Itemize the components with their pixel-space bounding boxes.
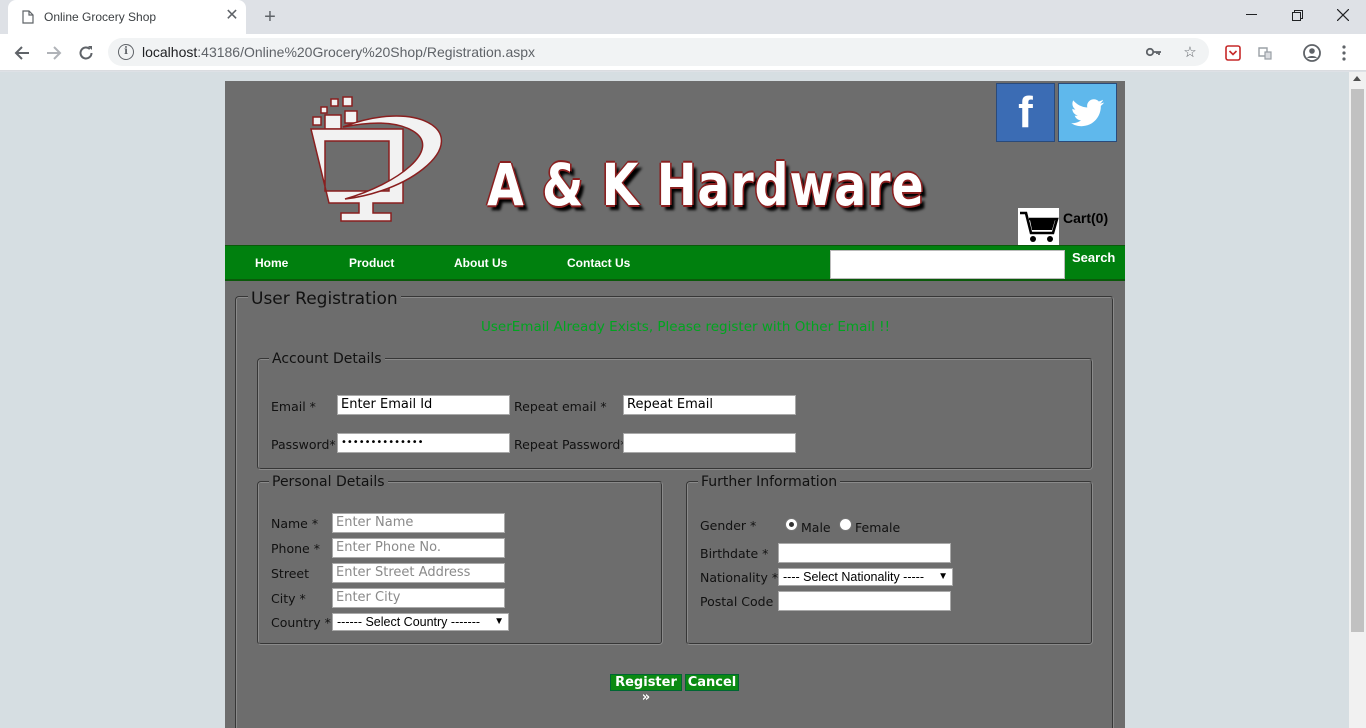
forward-icon[interactable]: [40, 39, 68, 67]
nationality-select[interactable]: ---- Select Nationality ----- ▼: [778, 568, 953, 586]
pocket-extension-icon[interactable]: [1221, 41, 1245, 65]
password-field[interactable]: ••••••••••••••: [337, 433, 510, 453]
street-field[interactable]: Enter Street Address: [332, 563, 505, 583]
country-select[interactable]: ------ Select Country ------- ▼: [332, 613, 509, 631]
repeat-email-field[interactable]: Repeat Email: [623, 395, 796, 415]
tab-close-icon[interactable]: ✕: [224, 8, 240, 24]
browser-toolbar: i localhost:43186/Online%20Grocery%20Sho…: [0, 34, 1366, 71]
register-button[interactable]: Register »: [610, 674, 682, 705]
search-input[interactable]: [830, 250, 1065, 279]
page-viewport: A & K Hardware f Cart(0) Home Product Ab…: [0, 72, 1349, 728]
gender-label: Gender *: [700, 518, 757, 533]
star-icon[interactable]: ☆: [1180, 42, 1200, 62]
search-button[interactable]: Search: [1072, 250, 1115, 265]
country-label: Country *: [271, 615, 331, 630]
email-label: Email *: [271, 399, 316, 414]
key-icon[interactable]: [1144, 42, 1164, 62]
nationality-label: Nationality *: [700, 570, 779, 585]
birthdate-label: Birthdate *: [700, 546, 769, 561]
translate-extension-icon[interactable]: [1253, 41, 1277, 65]
vertical-scrollbar[interactable]: [1349, 72, 1366, 728]
restore-icon[interactable]: [1274, 0, 1320, 30]
email-field[interactable]: Enter Email Id: [337, 395, 510, 415]
nav-home[interactable]: Home: [255, 256, 288, 270]
gender-female-radio[interactable]: [839, 518, 852, 531]
password-label: Password*: [271, 437, 336, 452]
site-container: A & K Hardware f Cart(0) Home Product Ab…: [225, 81, 1125, 728]
repeat-email-label: Repeat email *: [514, 399, 607, 414]
repeat-password-field[interactable]: [623, 433, 796, 453]
nav-about[interactable]: About Us: [454, 256, 507, 270]
nav-product[interactable]: Product: [349, 256, 394, 270]
twitter-icon[interactable]: [1058, 83, 1117, 142]
city-label: City *: [271, 591, 306, 606]
browser-tab[interactable]: Online Grocery Shop ✕: [8, 0, 246, 34]
repeat-password-label: Repeat Password*: [514, 437, 627, 452]
url-text: localhost:43186/Online%20Grocery%20Shop/…: [142, 44, 536, 60]
tab-title: Online Grocery Shop: [44, 10, 157, 24]
facebook-icon[interactable]: f: [996, 83, 1055, 142]
street-label: Street: [271, 566, 309, 581]
phone-field[interactable]: Enter Phone No.: [332, 538, 505, 558]
account-legend: Account Details: [269, 351, 385, 367]
shopping-cart-icon[interactable]: [1018, 208, 1059, 245]
city-field[interactable]: Enter City: [332, 588, 505, 608]
back-icon[interactable]: [8, 39, 36, 67]
main-nav: Home Product About Us Contact Us Search: [225, 245, 1125, 281]
scroll-up-icon[interactable]: [1353, 76, 1361, 81]
cancel-button[interactable]: Cancel: [685, 674, 739, 691]
gender-male-radio[interactable]: [785, 518, 798, 531]
brand-title: A & K Hardware: [487, 151, 925, 219]
personal-legend: Personal Details: [269, 474, 388, 490]
dropdown-arrow-icon: ▼: [938, 571, 948, 582]
country-selected: ------ Select Country -------: [337, 615, 481, 629]
further-legend: Further Information: [698, 474, 841, 490]
gender-female-label: Female: [855, 520, 901, 535]
further-fieldset: Further Information: [686, 474, 1093, 645]
nationality-selected: ---- Select Nationality -----: [783, 570, 924, 584]
page-icon: [22, 10, 34, 24]
info-icon[interactable]: i: [118, 44, 134, 60]
monitor-logo-icon: [310, 96, 443, 222]
close-window-icon[interactable]: [1320, 0, 1366, 30]
error-message: UserEmail Already Exists, Please registe…: [481, 319, 890, 335]
cart-link[interactable]: Cart(0): [1063, 210, 1108, 226]
minimize-icon[interactable]: [1228, 0, 1274, 30]
address-bar[interactable]: i localhost:43186/Online%20Grocery%20Sho…: [108, 38, 1209, 66]
phone-label: Phone *: [271, 541, 320, 556]
new-tab-icon[interactable]: +: [258, 6, 282, 30]
tab-strip: Online Grocery Shop ✕ +: [0, 0, 1366, 34]
gender-male-label: Male: [801, 520, 831, 535]
reload-icon[interactable]: [72, 39, 100, 67]
menu-icon[interactable]: [1332, 41, 1356, 65]
postal-code-field[interactable]: [778, 591, 951, 611]
postal-code-label: Postal Code: [700, 594, 774, 609]
name-field[interactable]: Enter Name: [332, 513, 505, 533]
name-label: Name *: [271, 516, 319, 531]
account-icon[interactable]: [1300, 41, 1324, 65]
scroll-thumb[interactable]: [1351, 89, 1364, 632]
registration-legend: User Registration: [248, 289, 401, 309]
nav-contact[interactable]: Contact Us: [567, 256, 630, 270]
birthdate-field[interactable]: [778, 543, 951, 563]
dropdown-arrow-icon: ▼: [494, 616, 504, 627]
